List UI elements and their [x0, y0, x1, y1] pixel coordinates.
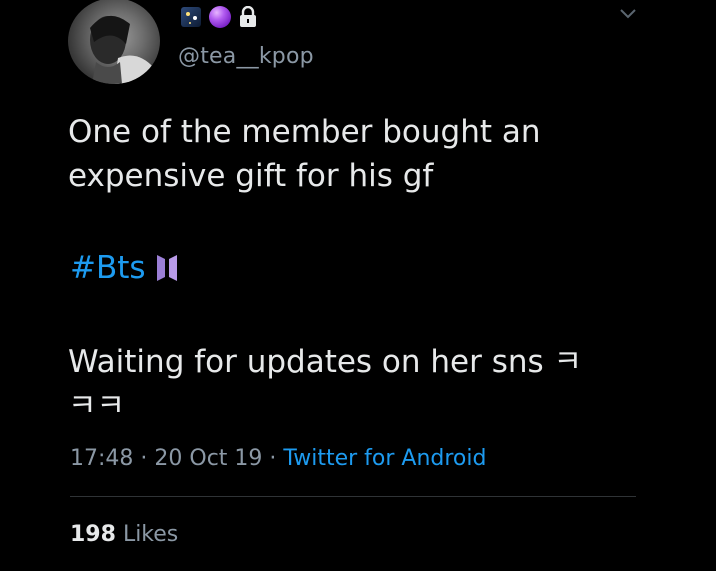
avatar[interactable] — [68, 0, 160, 84]
tweet-text-line: ㅋㅋ — [68, 388, 126, 424]
tweet-text-line: One of the member bought an — [68, 114, 541, 150]
chevron-down-icon[interactable] — [618, 6, 638, 22]
tweet-time[interactable]: 17:48 — [70, 446, 133, 471]
crystal-ball-emoji-icon — [209, 6, 231, 28]
tweet-date[interactable]: 20 Oct 19 — [154, 446, 262, 471]
tweet-text-line: expensive gift for his gf — [68, 158, 434, 194]
tweet-source-link[interactable]: Twitter for Android — [283, 446, 486, 471]
user-handle[interactable]: @tea__kpop — [178, 44, 314, 69]
tweet-metadata: 17:48 · 20 Oct 19 · Twitter for Android — [70, 446, 486, 471]
tweet-detail: @tea__kpop One of the member bought an e… — [0, 0, 716, 571]
divider — [70, 496, 636, 497]
hashtag-link[interactable]: #Bts — [70, 250, 146, 286]
hashtag-row: #Bts — [70, 250, 178, 286]
likes-label: Likes — [122, 522, 179, 547]
likes-count: 198 — [70, 522, 116, 547]
lock-icon — [240, 6, 256, 27]
separator: · — [140, 446, 148, 471]
tweet-text-line: Waiting for updates on her sns ㅋ — [68, 344, 583, 380]
bts-logo-icon — [156, 255, 177, 281]
night-sky-emoji-icon — [181, 7, 201, 27]
avatar-photo — [90, 15, 154, 84]
separator: · — [269, 446, 277, 471]
likes-stat[interactable]: 198 Likes — [70, 522, 178, 547]
display-name-icons — [181, 6, 257, 28]
